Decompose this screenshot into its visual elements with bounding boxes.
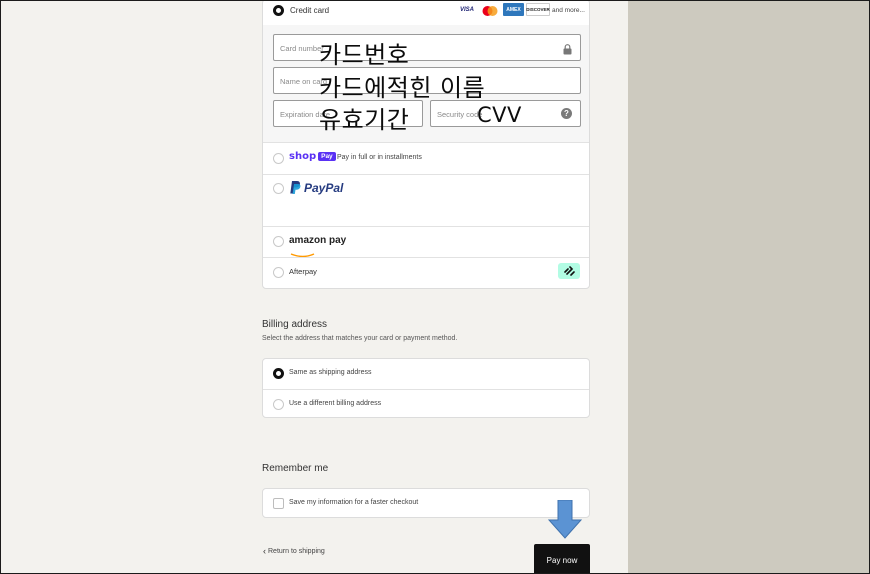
return-to-shipping-link[interactable]: ‹ Return to shipping <box>263 546 325 556</box>
shop-pay-logo-text: shop <box>289 151 317 162</box>
different-billing-radio[interactable] <box>273 399 284 410</box>
billing-subtitle: Select the address that matches your car… <box>262 335 458 342</box>
same-as-shipping-label: Same as shipping address <box>289 369 372 376</box>
save-info-checkbox[interactable] <box>273 498 284 509</box>
shop-pay-option[interactable]: shop Pay Pay in full or in installments <box>263 143 589 174</box>
help-icon[interactable]: ? <box>561 108 572 119</box>
order-summary-panel <box>628 1 869 573</box>
afterpay-option[interactable]: Afterpay <box>263 258 589 288</box>
payment-methods: Credit card VISA AMEX DISCOVER and more.… <box>262 1 590 289</box>
billing-options: Same as shipping address Use a different… <box>262 358 590 418</box>
remember-box: Save my information for a faster checkou… <box>262 488 590 518</box>
and-more-label: and more... <box>552 7 585 14</box>
card-fields: Card number Name on card Expiration date… <box>263 25 589 142</box>
paypal-option[interactable]: PayPal <box>263 175 589 226</box>
paypal-radio[interactable] <box>273 183 284 194</box>
shop-pay-radio[interactable] <box>273 153 284 164</box>
annotation-card-number: 카드번호 <box>319 41 410 69</box>
billing-title: Billing address <box>262 319 328 330</box>
amazon-pay-radio[interactable] <box>273 236 284 247</box>
different-billing-label: Use a different billing address <box>289 400 382 407</box>
checkout-page: Credit card VISA AMEX DISCOVER and more.… <box>1 1 869 573</box>
same-as-shipping-radio[interactable] <box>273 368 284 379</box>
credit-card-option[interactable]: Credit card VISA AMEX DISCOVER and more.… <box>263 1 589 25</box>
discover-icon: DISCOVER <box>526 3 550 16</box>
paypal-icon <box>290 181 301 199</box>
save-info-label: Save my information for a faster checkou… <box>289 499 419 506</box>
return-to-shipping-label: Return to shipping <box>268 547 325 555</box>
remember-title: Remember me <box>262 463 329 474</box>
amazon-pay-option[interactable]: amazon pay <box>263 227 589 258</box>
credit-card-radio[interactable] <box>273 5 284 16</box>
visa-icon: VISA <box>459 7 474 13</box>
amex-icon: AMEX <box>503 3 524 16</box>
mastercard-icon <box>481 4 499 16</box>
down-arrow-icon <box>547 499 583 545</box>
afterpay-icon <box>558 263 580 279</box>
chevron-left-icon: ‹ <box>263 546 266 556</box>
annotation-cvv: CVV <box>477 103 522 127</box>
shop-pay-logo: shop Pay <box>289 151 336 162</box>
afterpay-radio[interactable] <box>273 267 284 278</box>
annotation-expiration: 유효기간 <box>319 106 410 134</box>
afterpay-label: Afterpay <box>289 267 317 276</box>
card-number-placeholder: Card number <box>280 44 324 53</box>
shop-pay-badge: Pay <box>318 152 336 161</box>
pay-now-button[interactable]: Pay now <box>534 544 590 573</box>
lock-icon <box>563 42 572 60</box>
same-as-shipping-option[interactable]: Same as shipping address <box>263 359 589 389</box>
save-info-option[interactable]: Save my information for a faster checkou… <box>263 489 589 519</box>
credit-card-label: Credit card <box>290 6 330 15</box>
paypal-logo-text: PayPal <box>304 181 344 195</box>
different-billing-option[interactable]: Use a different billing address <box>263 390 589 419</box>
shop-pay-description: Pay in full or in installments <box>337 154 422 161</box>
annotation-name-on-card: 카드에적힌 이름 <box>319 74 486 102</box>
security-code-placeholder: Security code <box>437 110 483 119</box>
